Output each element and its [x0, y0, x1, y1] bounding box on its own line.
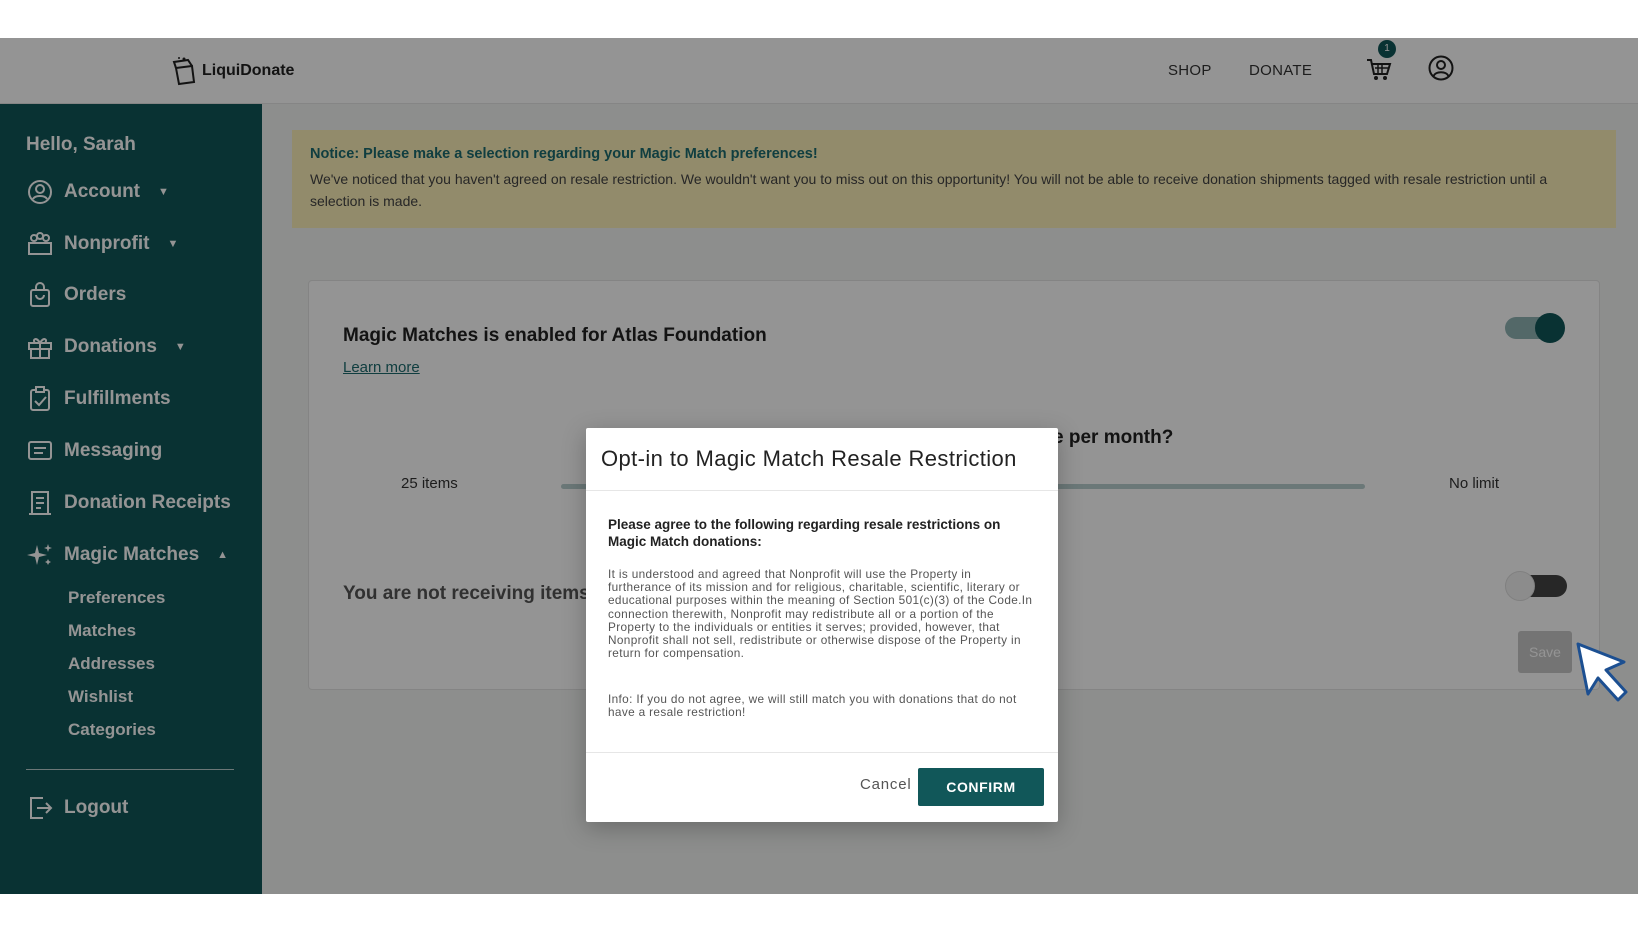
confirm-button[interactable]: CONFIRM	[918, 768, 1044, 806]
resale-restriction-modal: Opt-in to Magic Match Resale Restriction…	[586, 428, 1058, 822]
modal-divider	[586, 490, 1058, 491]
modal-title: Opt-in to Magic Match Resale Restriction	[601, 446, 1017, 471]
modal-divider	[586, 752, 1058, 753]
screen: LiquiDonate SHOP DONATE 1 Hello, Sarah A…	[0, 0, 1638, 932]
modal-intro: Please agree to the following regarding …	[608, 517, 1001, 549]
modal-info: Info: If you do not agree, we will still…	[608, 692, 1017, 720]
modal-terms: It is understood and agreed that Nonprof…	[608, 567, 1033, 661]
cancel-button[interactable]: Cancel	[860, 776, 912, 793]
pointer-cursor-icon	[1576, 642, 1628, 702]
